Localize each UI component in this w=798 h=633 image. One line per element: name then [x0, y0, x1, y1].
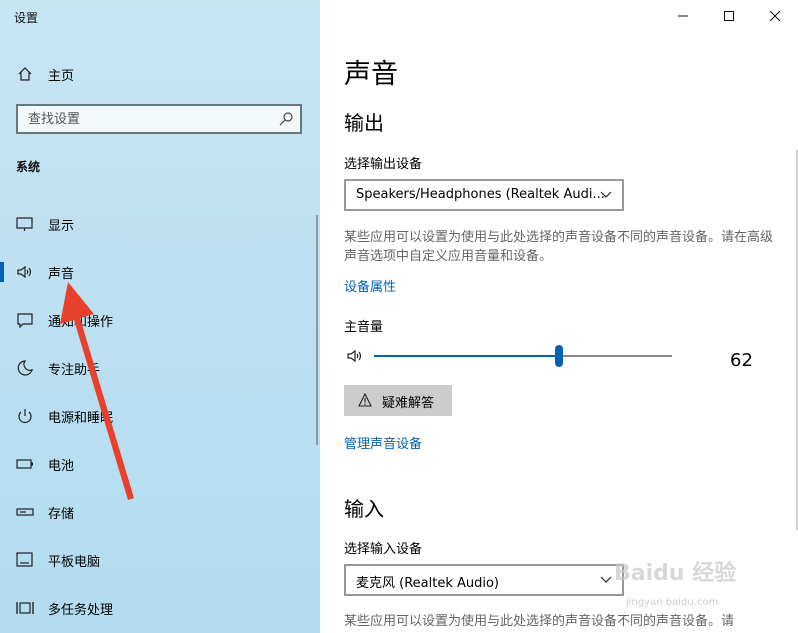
moon-icon — [17, 360, 33, 376]
sidebar-item-display[interactable]: 显示 — [0, 204, 320, 244]
minimize-button[interactable] — [660, 0, 706, 32]
sidebar-item-label: 通知和操作 — [48, 315, 114, 330]
manage-sound-devices-link[interactable]: 管理声音设备 — [344, 433, 422, 452]
page-title: 声音 — [344, 59, 398, 90]
sidebar-item-storage[interactable]: 存储 — [0, 492, 320, 532]
output-device-dropdown[interactable]: Speakers/Headphones (Realtek Audi... — [344, 179, 624, 211]
sidebar-item-label: 电源和睡眠 — [48, 411, 114, 426]
maximize-button[interactable] — [706, 0, 752, 32]
chevron-down-icon — [600, 576, 612, 583]
home-icon — [18, 67, 32, 81]
output-device-value: Speakers/Headphones (Realtek Audi... — [356, 187, 605, 202]
volume-slider-fill — [374, 355, 559, 357]
sidebar-item-sound[interactable]: 声音 — [0, 252, 320, 292]
close-icon — [769, 10, 781, 22]
sidebar-item-battery[interactable]: 电池 — [0, 444, 320, 484]
monitor-icon — [16, 217, 33, 231]
troubleshoot-button[interactable]: 疑难解答 — [344, 385, 452, 416]
master-volume-label: 主音量 — [344, 320, 384, 335]
power-icon — [18, 409, 32, 423]
volume-value: 62 — [730, 350, 753, 371]
tablet-icon — [16, 552, 33, 567]
device-properties-link[interactable]: 设备属性 — [344, 276, 396, 295]
main-content: 声音 输出 选择输出设备 Speakers/Headphones (Realte… — [320, 0, 798, 633]
volume-slider-track[interactable] — [374, 355, 672, 357]
troubleshoot-label: 疑难解答 — [382, 396, 435, 411]
search-box[interactable] — [16, 104, 302, 134]
chevron-down-icon — [600, 191, 612, 198]
battery-icon — [16, 459, 33, 469]
search-input[interactable] — [28, 110, 268, 128]
section-label-system: 系统 — [16, 160, 41, 174]
sidebar-item-notifications[interactable]: 通知和操作 — [0, 300, 320, 340]
sidebar-item-label: 存储 — [48, 507, 75, 522]
volume-slider-thumb[interactable] — [554, 345, 563, 367]
sidebar-item-focus-assist[interactable]: 专注助手 — [0, 348, 320, 388]
input-description: 某些应用可以设置为使用与此处选择的声音设备不同的声音设备。请 — [344, 614, 735, 629]
sidebar-item-label: 多任务处理 — [48, 603, 114, 618]
sidebar-item-tablet[interactable]: 平板电脑 — [0, 540, 320, 580]
sidebar-item-power-sleep[interactable]: 电源和睡眠 — [0, 396, 320, 436]
speaker-icon[interactable] — [346, 348, 364, 364]
close-button[interactable] — [752, 0, 798, 32]
sidebar: 设置 主页 系统 显示 声音 通知和操作 — [0, 0, 320, 633]
sidebar-item-label: 声音 — [48, 267, 75, 282]
sidebar-scrollbar[interactable] — [316, 215, 318, 445]
sidebar-item-label: 平板电脑 — [48, 555, 101, 570]
sidebar-item-label: 电池 — [48, 459, 75, 474]
warning-icon — [358, 393, 372, 407]
nav-home-label: 主页 — [48, 69, 75, 84]
output-device-label: 选择输出设备 — [344, 157, 423, 172]
sidebar-item-label: 专注助手 — [48, 363, 101, 378]
sidebar-item-label: 显示 — [48, 219, 75, 234]
minimize-icon — [678, 15, 688, 17]
sidebar-item-multitasking[interactable]: 多任务处理 — [0, 588, 320, 628]
speaker-icon — [17, 265, 32, 279]
input-device-label: 选择输入设备 — [344, 542, 423, 557]
output-heading: 输出 — [344, 111, 384, 135]
watermark-url: jingyan.baidu.com — [626, 597, 719, 608]
app-title: 设置 — [14, 11, 39, 25]
notification-icon — [17, 313, 33, 328]
maximize-icon — [724, 11, 734, 21]
nav-home[interactable]: 主页 — [0, 58, 320, 90]
active-indicator — [0, 262, 4, 282]
search-icon[interactable] — [278, 111, 294, 127]
multitask-icon — [16, 602, 34, 614]
input-device-value: 麦克风 (Realtek Audio) — [356, 576, 500, 591]
window-controls — [660, 0, 798, 32]
input-device-dropdown[interactable]: 麦克风 (Realtek Audio) — [344, 564, 624, 596]
input-heading: 输入 — [344, 497, 384, 521]
output-description: 某些应用可以设置为使用与此处选择的声音设备不同的声音设备。请在高级声音选项中自定… — [344, 230, 774, 264]
watermark-logo: Baidu 经验 — [614, 561, 737, 586]
storage-icon — [16, 508, 34, 516]
